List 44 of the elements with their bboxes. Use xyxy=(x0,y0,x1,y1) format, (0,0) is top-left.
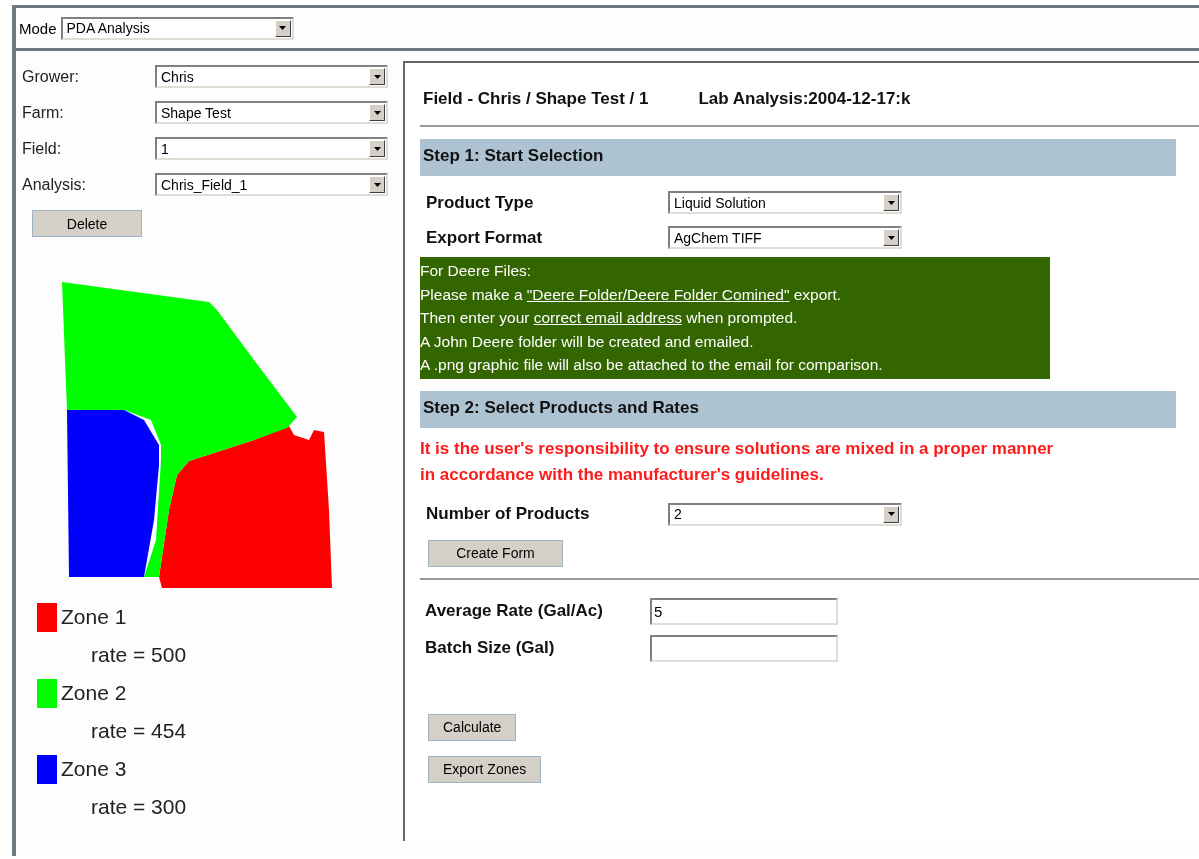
zone-name: Zone 1 xyxy=(61,605,127,629)
zone-rate: rate = 500 xyxy=(91,642,188,668)
note-text: Then enter your xyxy=(420,309,531,326)
field-label: Field: xyxy=(22,139,63,158)
lab-analysis-title: Lab Analysis:2004-12-17:k xyxy=(698,89,911,110)
action-button[interactable]: Calculate xyxy=(428,713,517,741)
note-text: A .png graphic file will also be attached to the email for comparison. xyxy=(420,356,883,373)
input-field[interactable] xyxy=(650,634,838,662)
field-label: Farm: xyxy=(22,103,65,122)
note-link[interactable]: correct email address xyxy=(533,309,682,326)
mode-label: Mode xyxy=(19,19,57,37)
step-heading: Step 2: Select Products and Rates xyxy=(420,390,1176,428)
field-label: Analysis: xyxy=(22,175,88,194)
zone-name: Zone 2 xyxy=(61,681,127,705)
field-label: Number of Products xyxy=(426,504,591,524)
note-text: A John Deere folder will be created and emailed. xyxy=(420,332,754,350)
note-text: Please make a xyxy=(420,285,524,303)
field-label: Grower: xyxy=(22,67,80,86)
field-label: Export Format xyxy=(426,227,544,248)
input-field[interactable]: 5 xyxy=(650,597,838,625)
note-link[interactable]: "Deere Folder/Deere Folder Comined" xyxy=(526,285,790,303)
warning-text: It is the user's responsibility to ensure solutions are mixed in a proper manner in accordance with the manufacturer's guidelines. xyxy=(420,437,1055,486)
dropdown[interactable]: Liquid Solution xyxy=(668,191,902,214)
zone-rate: rate = 300 xyxy=(91,794,188,820)
dropdown[interactable]: AgChem TIFF xyxy=(668,226,902,249)
zone-name: Zone 3 xyxy=(61,757,127,781)
dropdown[interactable]: PDA Analysis xyxy=(60,16,294,40)
field-label: Product Type xyxy=(426,192,535,213)
zone-rate: rate = 454 xyxy=(91,718,188,744)
create-form-button[interactable]: Create Form xyxy=(428,539,563,567)
dropdown[interactable]: Shape Test xyxy=(155,101,388,124)
dropdown[interactable]: Chris_Field_1 xyxy=(155,173,388,196)
dropdown[interactable]: 2 xyxy=(668,502,902,526)
step-heading: Step 1: Start Selection xyxy=(420,139,1176,176)
action-button[interactable]: Export Zones xyxy=(428,755,542,783)
dropdown[interactable]: 1 xyxy=(155,137,388,160)
delete-button[interactable]: Delete xyxy=(32,210,142,237)
note-text: when prompted. xyxy=(685,309,798,326)
field-label: Batch Size (Gal) xyxy=(425,638,556,658)
field-label: Average Rate (Gal/Ac) xyxy=(425,601,604,621)
field-title: Field - Chris / Shape Test / 1 xyxy=(423,89,649,110)
note-text: For Deere Files: xyxy=(420,262,532,279)
dropdown[interactable]: Chris xyxy=(155,65,388,88)
note-text: export. xyxy=(792,285,842,303)
